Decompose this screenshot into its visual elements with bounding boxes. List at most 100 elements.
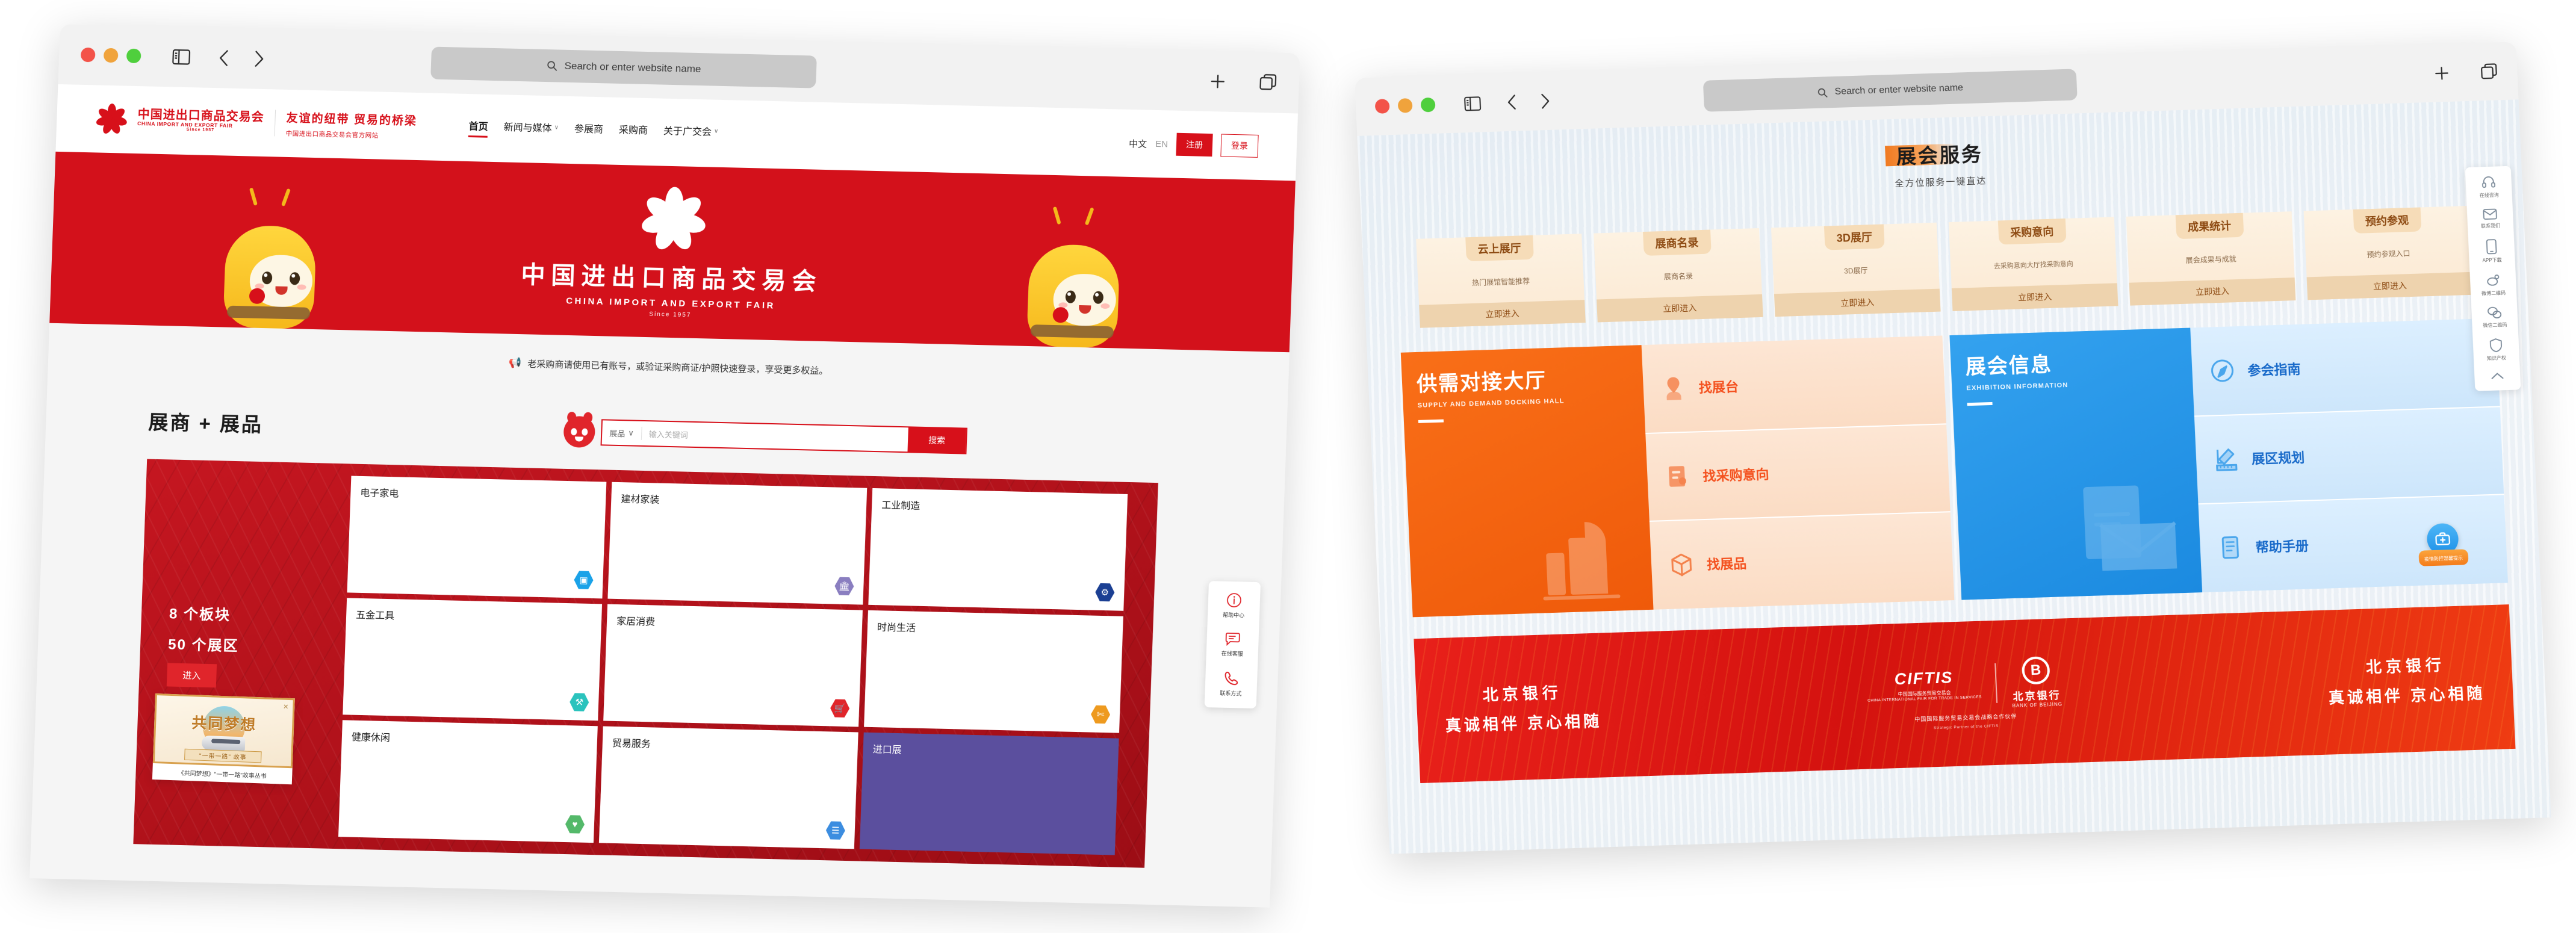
chevron-down-icon: ∨ bbox=[554, 123, 559, 131]
belt-road-ad-banner[interactable]: 共同梦想 "一带一路" 故事 ✕ 《共同梦想》"一带一路"故事丛书 bbox=[152, 693, 295, 785]
service-card-title: 采购意向 bbox=[2010, 225, 2054, 239]
back-chevron-icon[interactable] bbox=[218, 49, 231, 67]
side-tool-ip-rights[interactable]: 知识产权 bbox=[2486, 338, 2507, 362]
canton-fair-flower-icon bbox=[639, 185, 708, 253]
side-tool-wechat-qr[interactable]: 微信二维码 bbox=[2482, 306, 2507, 329]
lang-switch-en[interactable]: EN bbox=[1155, 138, 1168, 149]
menu-item-exhibitors[interactable]: 参展商 bbox=[574, 120, 604, 140]
category-label: 工业制造 bbox=[881, 500, 920, 512]
block-rule bbox=[1418, 419, 1444, 423]
zoom-window-button[interactable] bbox=[126, 48, 141, 64]
service-card-cloud-hall[interactable]: 云上展厅 热门展馆智能推荐 立即进入 bbox=[1416, 234, 1586, 328]
enter-sectors-button[interactable]: 进入 bbox=[166, 663, 217, 688]
bank-logos-row: CIFTIS 中国国际服务贸易交易会 CHINA INTERNATIONAL F… bbox=[1866, 656, 2062, 713]
service-card-visit-booking[interactable]: 预约参观 预约参观入口 立即进入 bbox=[2303, 205, 2474, 300]
forward-chevron-icon[interactable] bbox=[253, 50, 265, 68]
slogan-main: 友谊的纽带 贸易的桥梁 bbox=[286, 111, 418, 128]
category-card-building-materials[interactable]: 建材家装 🏛 bbox=[607, 482, 867, 605]
search-category-select[interactable]: 展品 ∨ bbox=[602, 427, 641, 439]
lang-switch-cn[interactable]: 中文 bbox=[1129, 137, 1147, 150]
link-label: 帮助手册 bbox=[2255, 538, 2309, 556]
address-bar-placeholder: Search or enter website name bbox=[564, 60, 701, 75]
category-card-import-expo[interactable]: 进口展 bbox=[859, 732, 1119, 855]
link-find-product[interactable]: 找展品 bbox=[1649, 511, 1955, 610]
megaphone-icon: 📢 bbox=[508, 356, 522, 369]
bank-of-beijing-logo: B 北京银行 BANK OF BEIJING bbox=[2010, 656, 2062, 708]
plus-icon[interactable] bbox=[1208, 72, 1227, 91]
address-bar[interactable]: Search or enter website name bbox=[430, 46, 817, 88]
nav-actions: 中文 EN 注册 登录 bbox=[1129, 132, 1259, 158]
chevron-down-icon: ∨ bbox=[713, 128, 719, 135]
login-button[interactable]: 登录 bbox=[1220, 134, 1259, 158]
tab-overview-icon[interactable] bbox=[2480, 63, 2498, 81]
sidebar-icon[interactable] bbox=[1464, 96, 1482, 111]
mobile-icon bbox=[2486, 239, 2497, 255]
service-card-purchase-intent[interactable]: 采购意向 去采购意向大厅找采购意向 立即进入 bbox=[1948, 217, 2118, 311]
minimize-window-button[interactable] bbox=[103, 48, 119, 63]
side-tool-contact[interactable]: 联系方式 bbox=[1220, 671, 1243, 698]
close-icon[interactable]: ✕ bbox=[283, 703, 289, 711]
side-tool-weibo-qr[interactable]: 微博二维码 bbox=[2481, 273, 2506, 297]
tab-overview-icon[interactable] bbox=[1259, 73, 1277, 92]
logo-divider bbox=[274, 110, 276, 137]
back-chevron-icon[interactable] bbox=[1506, 94, 1518, 111]
services-title-wrap: 展会服务 bbox=[1885, 138, 1984, 169]
category-card-trade-services[interactable]: 贸易服务 ☰ bbox=[598, 726, 858, 849]
manual-book-icon bbox=[2215, 533, 2245, 562]
side-tool-online-service[interactable]: 在线客服 bbox=[1221, 632, 1244, 658]
close-window-button[interactable] bbox=[80, 47, 96, 63]
side-tool-online-consult[interactable]: 在线咨询 bbox=[2478, 175, 2499, 199]
site-logo[interactable]: 中国进出口商品交易会 CHINA IMPORT AND EXPORT FAIR … bbox=[95, 102, 264, 139]
category-card-fashion[interactable]: 时尚生活 ✄ bbox=[864, 610, 1123, 733]
menu-item-about[interactable]: 关于广交会 ∨ bbox=[663, 123, 719, 143]
link-find-booth[interactable]: 找展台 bbox=[1641, 335, 1947, 433]
link-zone-planning[interactable]: 展区规划 bbox=[2194, 406, 2504, 504]
category-card-industrial[interactable]: 工业制造 ⚙ bbox=[868, 488, 1128, 611]
menu-item-buyers[interactable]: 采购商 bbox=[618, 122, 648, 141]
link-attendance-guide[interactable]: 参会指南 bbox=[2190, 318, 2500, 416]
category-card-health-leisure[interactable]: 健康休闲 ♥ bbox=[338, 720, 598, 843]
supply-demand-block: 供需对接大厅 SUPPLY AND DEMAND DOCKING HALL 找展… bbox=[1400, 335, 1955, 618]
menu-item-news-media[interactable]: 新闻与媒体 ∨ bbox=[503, 119, 559, 139]
address-bar-placeholder: Search or enter website name bbox=[1834, 82, 1964, 97]
menu-label: 参展商 bbox=[574, 124, 604, 135]
traffic-lights[interactable] bbox=[1374, 97, 1436, 114]
traffic-lights[interactable] bbox=[80, 47, 141, 64]
side-tool-help-center[interactable]: 帮助中心 bbox=[1223, 592, 1246, 619]
category-card-hardware-tools[interactable]: 五金工具 ⚒ bbox=[343, 598, 603, 721]
register-button[interactable]: 注册 bbox=[1176, 132, 1213, 157]
service-card-title: 云上展厅 bbox=[1477, 242, 1522, 256]
link-label: 找采购意向 bbox=[1702, 466, 1770, 485]
menu-item-home[interactable]: 首页 bbox=[468, 118, 488, 138]
link-find-purchase-intent[interactable]: 找采购意向 bbox=[1645, 423, 1951, 521]
forward-chevron-icon[interactable] bbox=[1539, 93, 1551, 110]
block-title-cn: 展会信息 bbox=[1964, 353, 2053, 379]
service-card-results-stats[interactable]: 成果统计 展会成果与成就 立即进入 bbox=[2126, 211, 2296, 306]
service-card-exhibitor-directory[interactable]: 展商名录 展商名录 立即进入 bbox=[1594, 228, 1763, 323]
side-tool-label: 微博二维码 bbox=[2481, 290, 2506, 297]
zoom-window-button[interactable] bbox=[1420, 97, 1436, 113]
hero-title-cn: 中国进出口商品交易会 bbox=[520, 261, 823, 295]
service-card-desc: 去采购意向大厅找采购意向 bbox=[1993, 260, 2074, 270]
side-tool-back-to-top[interactable] bbox=[2489, 371, 2506, 382]
close-window-button[interactable] bbox=[1374, 99, 1390, 114]
search-keyword-input[interactable]: 输入关键词 bbox=[641, 427, 908, 445]
category-card-electronics[interactable]: 电子家电 ▣ bbox=[347, 476, 607, 599]
side-tool-app-download[interactable]: APP下载 bbox=[2481, 238, 2502, 264]
plus-icon[interactable] bbox=[2433, 64, 2451, 82]
minimize-window-button[interactable] bbox=[1397, 98, 1413, 113]
sidebar-icon[interactable] bbox=[172, 49, 191, 65]
epidemic-notice-label-pill: 疫情防控温馨提示 bbox=[2418, 549, 2469, 566]
epidemic-notice-badge[interactable]: 疫情防控温馨提示 bbox=[2417, 522, 2469, 566]
category-card-home-consumer[interactable]: 家居消费 🛒 bbox=[603, 604, 863, 727]
service-card-3d-hall[interactable]: 3D展厅 3D展厅 立即进入 bbox=[1771, 222, 1941, 317]
category-label: 五金工具 bbox=[355, 610, 395, 622]
service-card-desc-wrap: 热门展馆智能推荐 bbox=[1466, 259, 1535, 303]
bank-partner-line-en: Strategic Partner of the CIFTIS bbox=[1933, 724, 1999, 730]
arrow-up-icon bbox=[2489, 371, 2506, 382]
search-submit-button[interactable]: 搜索 bbox=[907, 427, 966, 453]
address-bar[interactable]: Search or enter website name bbox=[1702, 69, 2078, 112]
side-tool-contact-us[interactable]: 联系我们 bbox=[2480, 208, 2501, 229]
ad-image: 共同梦想 "一带一路" 故事 ✕ bbox=[152, 693, 295, 769]
block-title-en: EXHIBITION INFORMATION bbox=[1966, 381, 2069, 392]
